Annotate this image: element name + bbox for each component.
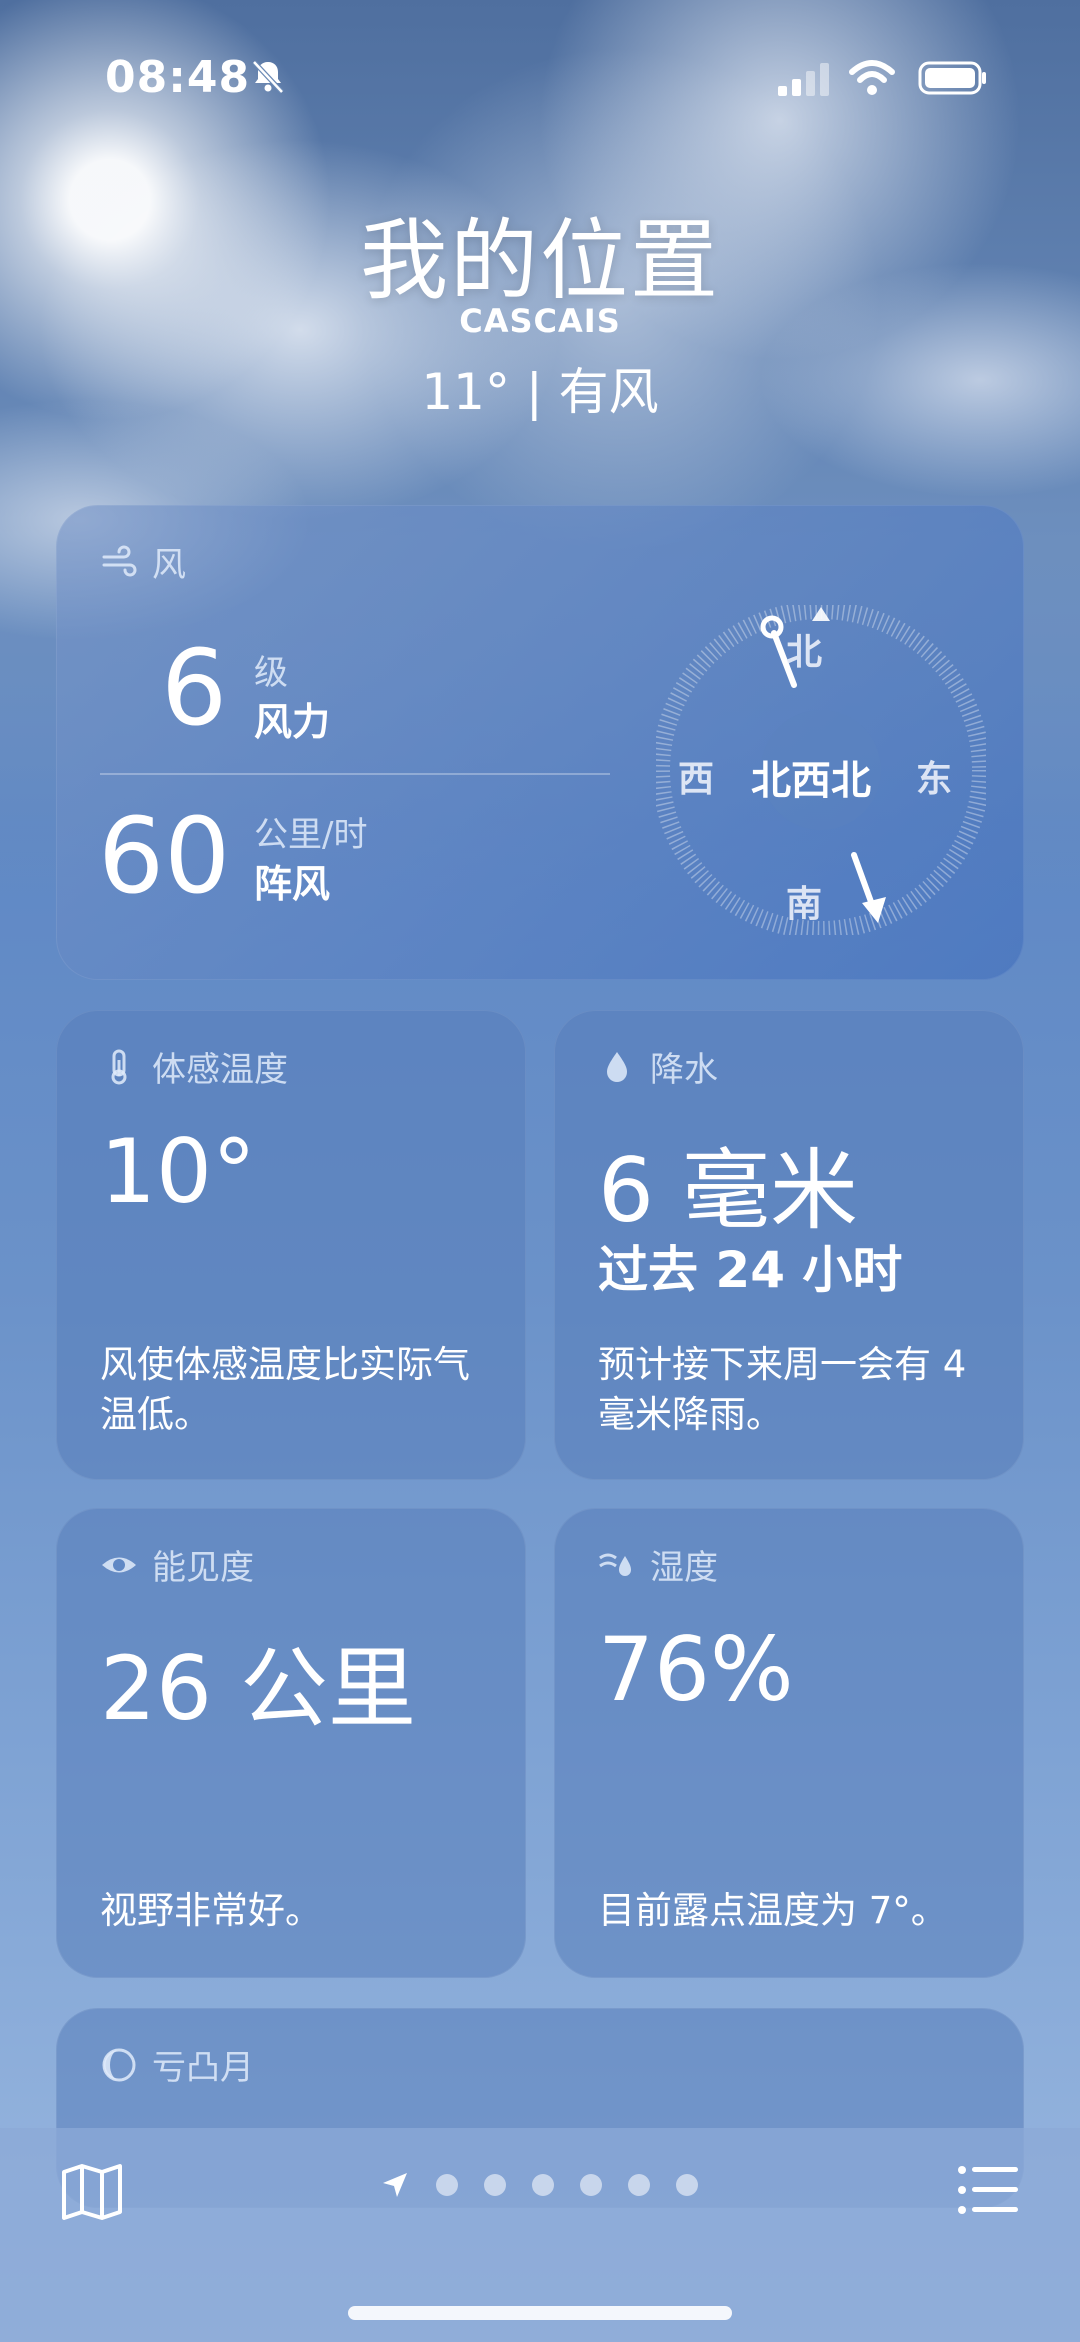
page-indicator[interactable] (380, 2170, 698, 2200)
wind-header-label: 风 (152, 545, 186, 585)
feels-like-desc: 风使体感温度比实际气温低。 (100, 1343, 470, 1436)
raindrop-icon (607, 1051, 627, 1082)
visibility-value: 26 公里 (100, 1637, 416, 1740)
visibility-card[interactable]: 能见度 26 公里 视野非常好。 (56, 1508, 526, 1978)
eye-icon (102, 1557, 136, 1572)
muted-bell-icon (252, 60, 284, 94)
wifi-icon (849, 60, 895, 95)
page-dot[interactable] (532, 2174, 554, 2196)
humidity-card[interactable]: 湿度 76% 目前露点温度为 7°。 (554, 1508, 1024, 1978)
map-icon[interactable] (60, 2162, 124, 2222)
wind-level-label: 风力 (254, 700, 331, 744)
wind-level-unit: 级 (254, 653, 288, 693)
humidity-value: 76% (598, 1618, 794, 1721)
feels-like-value: 10° (100, 1120, 256, 1223)
visibility-desc: 视野非常好。 (100, 1889, 322, 1932)
page-dot[interactable] (628, 2174, 650, 2196)
visibility-header: 能见度 (100, 1540, 254, 1589)
location-title: 我的位置 (359, 209, 720, 312)
precipitation-desc: 预计接下来周一会有 4 毫米降雨。 (598, 1343, 967, 1436)
precipitation-card[interactable]: 降水 6 毫米 过去 24 小时 预计接下来周一会有 4 毫米降雨。 (554, 1010, 1024, 1480)
wind-gust-value: 60 (98, 795, 231, 917)
humidity-icon (599, 1553, 631, 1576)
thermometer-icon (111, 1049, 127, 1084)
status-time: 08:48 (105, 52, 251, 103)
compass-east-label: 东 (916, 759, 953, 800)
wind-level-value: 6 (161, 627, 228, 749)
wind-card-header: 风 (100, 537, 186, 586)
battery-icon (918, 61, 986, 95)
compass-west-label: 西 (678, 759, 715, 800)
precipitation-value: 6 毫米 (598, 1139, 858, 1242)
list-icon[interactable] (956, 2162, 1020, 2218)
location-arrow-icon (383, 2173, 407, 2197)
moon-header: 亏凸月 (100, 2040, 254, 2089)
wind-gust-label: 阵风 (254, 862, 331, 906)
signal-icon (778, 63, 829, 96)
current-condition: 11° | 有风 (421, 363, 659, 421)
precipitation-period: 过去 24 小时 (598, 1241, 903, 1299)
moon-phase-icon (102, 2048, 136, 2081)
feels-like-label: 体感温度 (152, 1050, 288, 1090)
page-dot[interactable] (484, 2174, 506, 2196)
precipitation-header: 降水 (598, 1042, 718, 1091)
wind-direction: 北西北 (751, 758, 871, 804)
wind-icon (102, 545, 137, 576)
humidity-label: 湿度 (650, 1548, 718, 1588)
home-indicator[interactable] (348, 2306, 732, 2320)
location-subtitle: CASCAIS (459, 302, 621, 340)
compass-south-label: 南 (786, 884, 823, 925)
visibility-label: 能见度 (152, 1548, 254, 1588)
wind-card[interactable]: 风 6 级 风力 60 公里/时 阵风 北 南 东 西 北西北 (56, 505, 1024, 980)
page-dot[interactable] (676, 2174, 698, 2196)
moon-label: 亏凸月 (152, 2048, 254, 2088)
feels-like-header: 体感温度 (100, 1042, 288, 1091)
feels-like-card[interactable]: 体感温度 10° 风使体感温度比实际气温低。 (56, 1010, 526, 1480)
compass-north-label: 北 (786, 632, 823, 673)
page-dot[interactable] (580, 2174, 602, 2196)
page-dot[interactable] (436, 2174, 458, 2196)
wind-divider (100, 773, 610, 775)
wind-gust-unit: 公里/时 (254, 815, 368, 855)
precipitation-label: 降水 (650, 1050, 718, 1090)
humidity-desc: 目前露点温度为 7°。 (598, 1889, 948, 1932)
humidity-header: 湿度 (598, 1540, 718, 1589)
